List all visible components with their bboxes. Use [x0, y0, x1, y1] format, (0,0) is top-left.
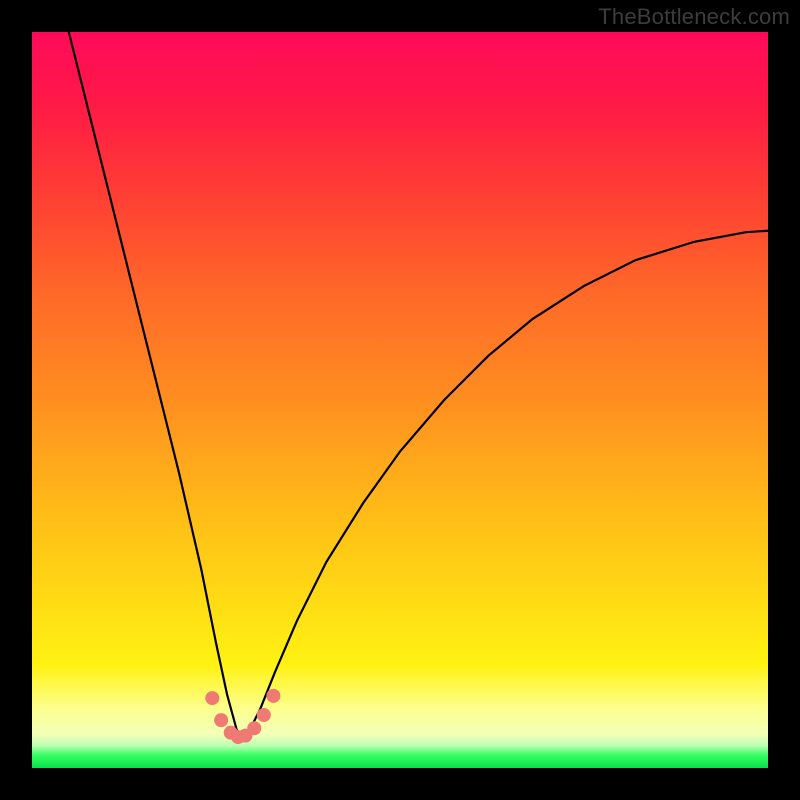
dot	[266, 689, 280, 703]
chart-frame: TheBottleneck.com	[0, 0, 800, 800]
dot	[257, 708, 271, 722]
chart-svg	[32, 32, 768, 768]
dot	[205, 691, 219, 705]
dot	[214, 713, 228, 727]
bottleneck-curve	[69, 32, 768, 735]
dot	[247, 721, 261, 735]
plot-area	[32, 32, 768, 768]
curve-bottom-dots	[205, 689, 280, 744]
watermark-text: TheBottleneck.com	[598, 4, 790, 30]
